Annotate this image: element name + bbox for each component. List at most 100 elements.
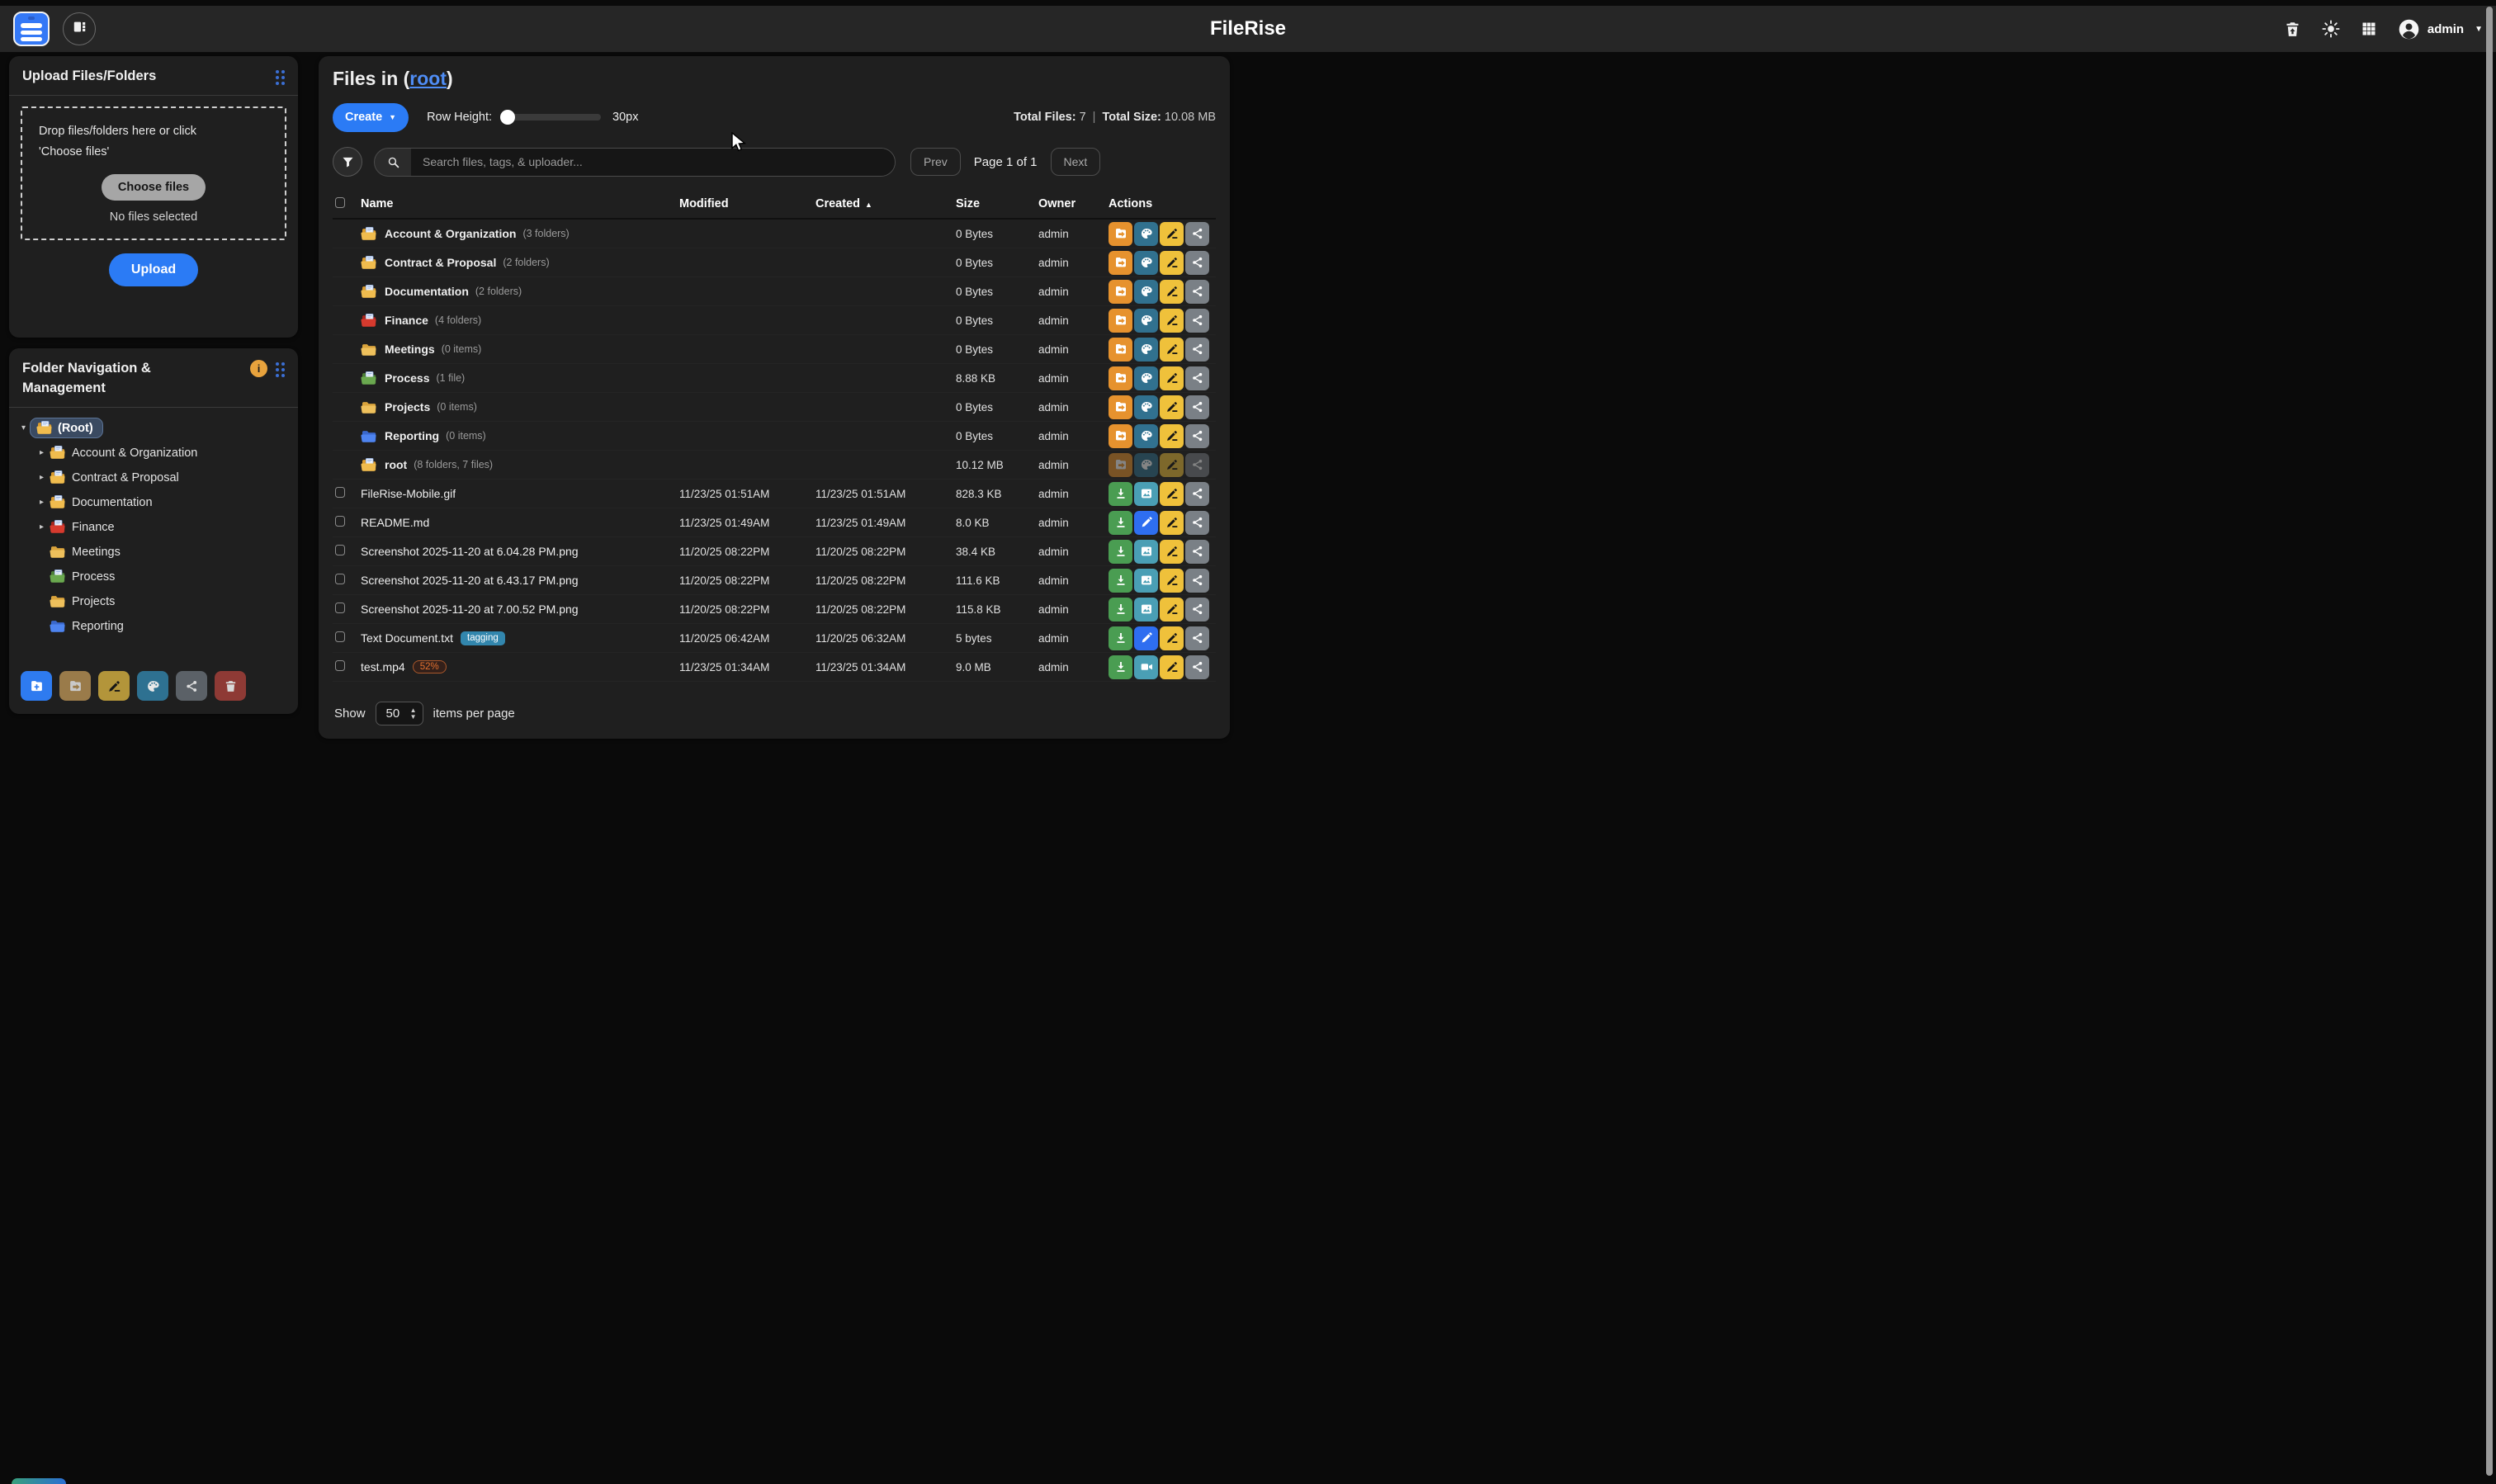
folder-row-root[interactable]: root(8 folders, 7 files)10.12 MBadmin (333, 451, 1216, 480)
scrollbar-thumb[interactable] (2486, 7, 2493, 1476)
move-folder-button[interactable] (59, 671, 91, 701)
folder-row-contract-proposal[interactable]: Contract & Proposal(2 folders)0 Bytesadm… (333, 248, 1216, 277)
folder-row-projects[interactable]: Projects(0 items)0 Bytesadmin (333, 393, 1216, 422)
rename-action-button[interactable] (1160, 338, 1184, 362)
light-mode-icon[interactable] (2322, 20, 2340, 38)
item-name[interactable]: Projects (385, 400, 430, 414)
download-action-button[interactable] (1109, 598, 1132, 621)
upload-dropzone[interactable]: Drop files/folders here or click 'Choose… (21, 106, 286, 240)
file-row-screenshot-2025-11-20-at-7-00-52-pm-png[interactable]: Screenshot 2025-11-20 at 7.00.52 PM.png1… (333, 595, 1216, 624)
rename-action-button[interactable] (1160, 598, 1184, 621)
window-scrollbar[interactable] (2484, 0, 2494, 1484)
share-action-button[interactable] (1185, 424, 1209, 448)
sidebar-toggle-button[interactable] (63, 12, 96, 45)
prev-page-button[interactable]: Prev (910, 148, 961, 176)
rename-action-button[interactable] (1160, 309, 1184, 333)
move-action-button[interactable] (1109, 222, 1132, 246)
video-action-button[interactable] (1134, 655, 1158, 679)
share-action-button[interactable] (1185, 395, 1209, 419)
selected-folder-pill[interactable]: (Root) (30, 418, 103, 438)
download-action-button[interactable] (1109, 569, 1132, 593)
tree-item--root-[interactable]: ▾ (Root) (17, 416, 290, 441)
tree-item-projects[interactable]: Projects (17, 589, 290, 614)
palette-action-button[interactable] (1134, 280, 1158, 304)
delete-folder-button[interactable] (215, 671, 246, 701)
tree-item-account-organization[interactable]: ▸ Account & Organization (17, 441, 290, 466)
item-name[interactable]: root (385, 458, 407, 471)
folder-row-process[interactable]: Process(1 file)8.88 KBadmin (333, 364, 1216, 393)
rename-action-button[interactable] (1160, 424, 1184, 448)
file-row-readme-md[interactable]: README.md11/23/25 01:49AM11/23/25 01:49A… (333, 508, 1216, 537)
search-input[interactable] (411, 149, 895, 176)
palette-action-button[interactable] (1134, 222, 1158, 246)
item-name[interactable]: README.md (361, 516, 429, 529)
rename-action-button[interactable] (1160, 511, 1184, 535)
file-row-filerise-mobile-gif[interactable]: FileRise-Mobile.gif11/23/25 01:51AM11/23… (333, 480, 1216, 508)
share-action-button[interactable] (1185, 251, 1209, 275)
file-row-screenshot-2025-11-20-at-6-43-17-pm-png[interactable]: Screenshot 2025-11-20 at 6.43.17 PM.png1… (333, 566, 1216, 595)
column-header-size[interactable]: Size (956, 197, 1038, 210)
share-action-button[interactable] (1185, 366, 1209, 390)
rename-action-button[interactable] (1160, 626, 1184, 650)
root-breadcrumb-link[interactable]: root (409, 68, 447, 89)
caret-closed-icon[interactable]: ▸ (35, 498, 48, 507)
image-action-button[interactable] (1134, 482, 1158, 506)
folder-row-account-organization[interactable]: Account & Organization(3 folders)0 Bytes… (333, 220, 1216, 248)
move-action-button[interactable] (1109, 395, 1132, 419)
image-action-button[interactable] (1134, 598, 1158, 621)
apps-grid-icon[interactable] (2360, 20, 2378, 38)
select-all-checkbox[interactable] (335, 197, 345, 208)
download-action-button[interactable] (1109, 540, 1132, 564)
item-name[interactable]: Screenshot 2025-11-20 at 7.00.52 PM.png (361, 603, 579, 616)
file-row-screenshot-2025-11-20-at-6-04-28-pm-png[interactable]: Screenshot 2025-11-20 at 6.04.28 PM.png1… (333, 537, 1216, 566)
download-action-button[interactable] (1109, 626, 1132, 650)
row-checkbox[interactable] (335, 516, 345, 527)
share-action-button[interactable] (1185, 598, 1209, 621)
item-name[interactable]: Reporting (385, 429, 439, 442)
move-action-button[interactable] (1109, 309, 1132, 333)
item-name[interactable]: Finance (385, 314, 428, 327)
item-name[interactable]: Screenshot 2025-11-20 at 6.04.28 PM.png (361, 545, 579, 558)
color-folder-button[interactable] (137, 671, 168, 701)
tree-item-finance[interactable]: ▸ Finance (17, 515, 290, 540)
item-name[interactable]: Documentation (385, 285, 469, 298)
column-header-owner[interactable]: Owner (1038, 197, 1109, 210)
drag-handle-icon[interactable] (276, 67, 285, 85)
share-action-button[interactable] (1185, 540, 1209, 564)
rename-action-button[interactable] (1160, 366, 1184, 390)
caret-closed-icon[interactable]: ▸ (35, 473, 48, 482)
row-checkbox[interactable] (335, 631, 345, 642)
edit-action-button[interactable] (1134, 511, 1158, 535)
rename-action-button[interactable] (1160, 482, 1184, 506)
rename-action-button[interactable] (1160, 222, 1184, 246)
palette-action-button[interactable] (1134, 366, 1158, 390)
filter-button[interactable] (333, 147, 362, 177)
item-name[interactable]: test.mp4 (361, 660, 405, 673)
item-name[interactable]: Meetings (385, 343, 435, 356)
move-action-button[interactable] (1109, 424, 1132, 448)
palette-action-button[interactable] (1134, 309, 1158, 333)
share-action-button[interactable] (1185, 569, 1209, 593)
row-checkbox[interactable] (335, 545, 345, 555)
row-checkbox[interactable] (335, 487, 345, 498)
palette-action-button[interactable] (1134, 338, 1158, 362)
rename-action-button[interactable] (1160, 540, 1184, 564)
column-header-name[interactable]: Name (361, 197, 679, 210)
folder-row-meetings[interactable]: Meetings(0 items)0 Bytesadmin (333, 335, 1216, 364)
rename-action-button[interactable] (1160, 251, 1184, 275)
edit-action-button[interactable] (1134, 626, 1158, 650)
move-action-button[interactable] (1109, 366, 1132, 390)
download-action-button[interactable] (1109, 511, 1132, 535)
rename-action-button[interactable] (1160, 569, 1184, 593)
share-action-button[interactable] (1185, 655, 1209, 679)
rename-action-button[interactable] (1160, 280, 1184, 304)
palette-action-button[interactable] (1134, 251, 1158, 275)
item-name[interactable]: Process (385, 371, 429, 385)
item-name[interactable]: Account & Organization (385, 227, 516, 240)
caret-closed-icon[interactable]: ▸ (35, 448, 48, 457)
folder-row-documentation[interactable]: Documentation(2 folders)0 Bytesadmin (333, 277, 1216, 306)
file-row-text-document-txt[interactable]: Text Document.txttagging11/20/25 06:42AM… (333, 624, 1216, 653)
tree-item-reporting[interactable]: Reporting (17, 614, 290, 639)
file-row-test-mp4[interactable]: test.mp452%11/23/25 01:34AM11/23/25 01:3… (333, 653, 1216, 682)
trash-restore-icon[interactable] (2284, 20, 2302, 38)
